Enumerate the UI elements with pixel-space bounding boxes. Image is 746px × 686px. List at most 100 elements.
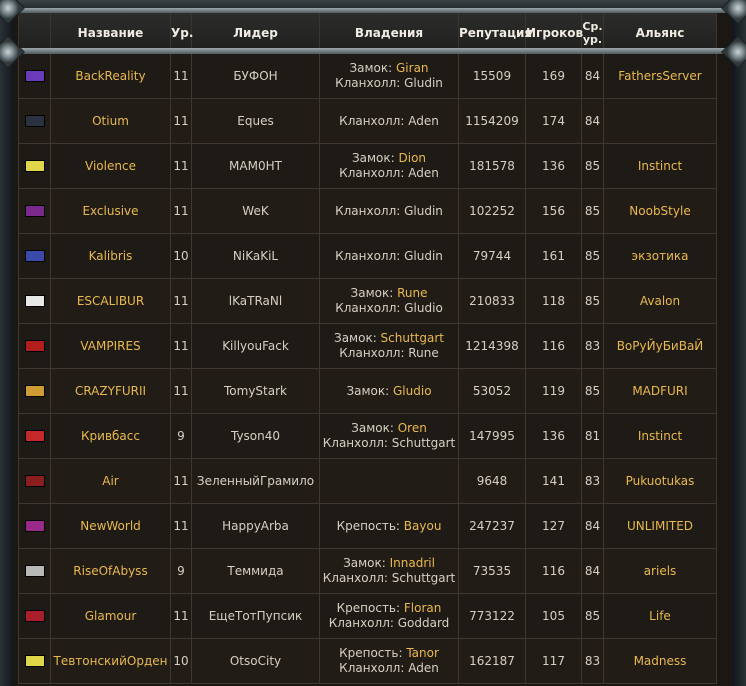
clan-crest-icon (24, 205, 45, 217)
clan-leader: WeK (191, 188, 320, 234)
holding-value: Floran (403, 601, 442, 615)
holding-label: Крепость: (336, 518, 404, 533)
holding-label: Замок: (351, 151, 399, 165)
clan-name[interactable]: BackReality (50, 53, 171, 99)
clan-crest-cell (18, 233, 51, 279)
table-row: CRAZYFURII 11 TomyStark Замок: Gludio 53052 1… (18, 368, 717, 414)
clan-avg-level: 84 (581, 98, 604, 144)
holding-label: Замок: (343, 556, 390, 570)
clan-alliance[interactable]: Instinct (603, 413, 717, 459)
clan-name[interactable]: ESCALIBUR (50, 278, 171, 324)
holding-line: Замок: Giran (320, 61, 458, 76)
clan-alliance[interactable]: Madness (603, 638, 717, 684)
clan-crest-icon (24, 115, 45, 127)
clan-alliance[interactable]: UNLIMITED (603, 503, 717, 549)
clan-name[interactable]: VAMPIRES (50, 323, 171, 369)
table-row: ТевтонскийОрден 10 OtsoCity Крепость: Tanor… (18, 638, 717, 684)
clan-players: 105 (525, 593, 582, 639)
clan-holdings: Крепость: Tanor Кланхолл: Aden (319, 638, 459, 684)
holding-value: Tanor (406, 646, 439, 660)
clan-name[interactable]: Air (50, 458, 171, 504)
holding-line: Кланхолл: Gludin (320, 249, 458, 264)
clan-crest-icon (24, 340, 45, 352)
clan-name[interactable]: Kalibris (50, 233, 171, 279)
holding-line: Замок: Schuttgart (320, 331, 458, 346)
holding-line: Кланхолл: Rune (320, 346, 458, 361)
clan-crest-icon (24, 250, 45, 262)
clan-players: 136 (525, 413, 582, 459)
clan-alliance[interactable]: FathersServer (603, 53, 717, 99)
clan-players: 161 (525, 233, 582, 279)
clan-reputation: 1214398 (458, 323, 526, 369)
clan-leader: NiKaKiL (191, 233, 320, 279)
clan-name[interactable]: ТевтонскийОрден (50, 638, 171, 684)
clan-holdings: Замок: Oren Кланхолл: Schuttgart (319, 413, 459, 459)
clan-players: 169 (525, 53, 582, 99)
holding-line: Кланхолл: Schuttgart (320, 571, 458, 586)
clan-crest-cell (18, 188, 51, 234)
clan-alliance[interactable]: ВоРуЙуБиВаЙ (603, 323, 717, 369)
clan-name[interactable]: NewWorld (50, 503, 171, 549)
clan-reputation: 9648 (458, 458, 526, 504)
clan-holdings: Замок: Rune Кланхолл: Gludio (319, 278, 459, 324)
clan-alliance[interactable]: Life (603, 593, 717, 639)
holding-label: Кланхолл: Aden (339, 166, 439, 180)
clan-alliance[interactable]: Avalon (603, 278, 717, 324)
clan-players: 117 (525, 638, 582, 684)
table-row: Exclusive 11 WeK Кланхолл: Gludin 102252 156 8… (18, 188, 717, 234)
clan-crest-cell (18, 413, 51, 459)
clan-avg-level: 84 (581, 53, 604, 99)
clan-reputation: 147995 (458, 413, 526, 459)
holding-label: Замок: (334, 331, 381, 345)
table-row: BackReality 11 БУФОН Замок: Giran Кланхолл: … (18, 53, 717, 99)
clan-alliance[interactable] (603, 98, 717, 144)
clan-crest-cell (18, 638, 51, 684)
clan-name[interactable]: Otium (50, 98, 171, 144)
clan-name[interactable]: RiseOfAbyss (50, 548, 171, 594)
clan-crest-cell (18, 323, 51, 369)
holding-line: Кланхолл: Aden (320, 166, 458, 181)
holding-label: Кланхолл: Goddard (328, 616, 450, 630)
clan-alliance[interactable]: Instinct (603, 143, 717, 189)
holding-label: Кланхолл: Aden (339, 113, 439, 128)
clan-alliance[interactable]: MADFURI (603, 368, 717, 414)
clan-name[interactable]: Glamour (50, 593, 171, 639)
holding-line: Кланхолл: Aden (320, 661, 458, 676)
clan-players: 174 (525, 98, 582, 144)
clan-level: 9 (170, 413, 192, 459)
clan-leader: ЕщеТотПупсик (191, 593, 320, 639)
holding-label: Крепость: (336, 601, 404, 615)
table-row: Кривбасс 9 Tyson40 Замок: Oren Кланхолл: Sch… (18, 413, 717, 459)
corner-ornament-right (721, 35, 746, 69)
clan-alliance[interactable]: Pukuotukas (603, 458, 717, 504)
clan-alliance[interactable]: экзотика (603, 233, 717, 279)
holding-line: Замок: Innadril (320, 556, 458, 571)
clan-name[interactable]: Violence (50, 143, 171, 189)
clan-leader: ЗеленныйГрамило (191, 458, 320, 504)
clan-crest-cell (18, 143, 51, 189)
clan-name[interactable]: Кривбасс (50, 413, 171, 459)
clan-leader: TomyStark (191, 368, 320, 414)
clan-level: 11 (170, 323, 192, 369)
clan-leader: HappyArba (191, 503, 320, 549)
clan-reputation: 181578 (458, 143, 526, 189)
clan-crest-cell (18, 593, 51, 639)
clan-name[interactable]: CRAZYFURII (50, 368, 171, 414)
clan-level: 11 (170, 593, 192, 639)
clan-leader: OtsoCity (191, 638, 320, 684)
clan-level: 11 (170, 278, 192, 324)
holding-value: Gludio (393, 383, 432, 398)
holding-label: Замок: (349, 61, 396, 75)
clan-name[interactable]: Exclusive (50, 188, 171, 234)
clan-leader: БУФОН (191, 53, 320, 99)
holding-line: Замок: Oren (320, 421, 458, 436)
clan-holdings: Замок: Dion Кланхолл: Aden (319, 143, 459, 189)
clan-reputation: 102252 (458, 188, 526, 234)
clan-players: 116 (525, 323, 582, 369)
holding-label: Кланхолл: Gludin (335, 248, 443, 263)
clan-alliance[interactable]: ariels (603, 548, 717, 594)
clan-leader: lKaTRaNl (191, 278, 320, 324)
clan-alliance[interactable]: NoobStyle (603, 188, 717, 234)
clan-crest-icon (24, 160, 45, 172)
holding-label: Кланхолл: Gludin (335, 76, 443, 90)
